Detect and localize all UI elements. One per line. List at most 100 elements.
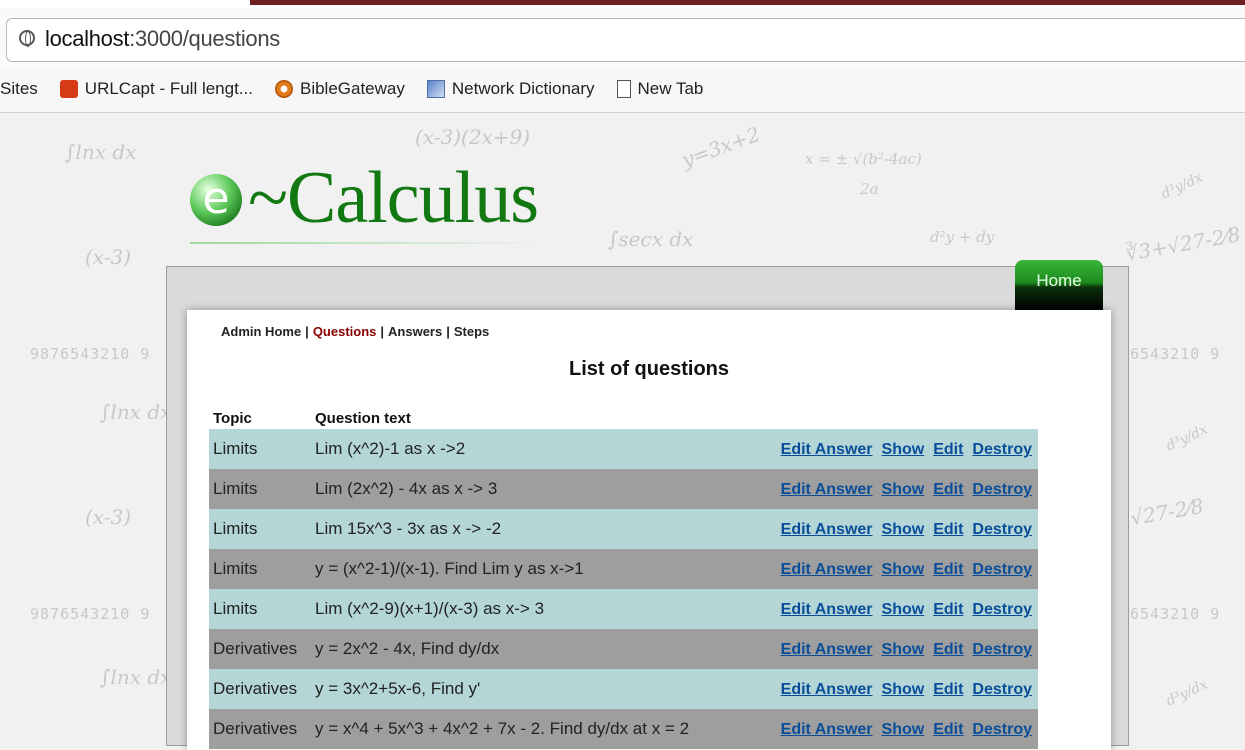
bookmarks-bar: Sites URLCapt - Full lengt... BibleGatew… xyxy=(0,66,1245,113)
question-text: y = 2x^2 - 4x, Find dy/dx xyxy=(311,629,737,669)
question-text: y = 3x^2+5x-6, Find y' xyxy=(311,669,737,709)
question-text: Lim (x^2)-1 as x ->2 xyxy=(311,429,737,469)
destroy-link[interactable]: Destroy xyxy=(972,561,1032,578)
edit-answer-link[interactable]: Edit Answer xyxy=(781,721,873,738)
row-actions: Edit Answer Show Edit Destroy xyxy=(736,709,1038,749)
show-link[interactable]: Show xyxy=(882,481,925,498)
row-actions: Edit Answer Show Edit Destroy xyxy=(736,669,1038,709)
bg-doodle: (x-3) xyxy=(85,505,132,529)
nav-questions[interactable]: Questions xyxy=(313,324,377,339)
edit-link[interactable]: Edit xyxy=(933,721,963,738)
edit-link[interactable]: Edit xyxy=(933,441,963,458)
nav-separator: | xyxy=(305,324,309,339)
edit-answer-link[interactable]: Edit Answer xyxy=(781,561,873,578)
question-topic: Limits xyxy=(209,589,311,629)
row-actions: Edit Answer Show Edit Destroy xyxy=(736,629,1038,669)
table-row: Limits Lim 15x^3 - 3x as x -> -2 Edit Answ… xyxy=(209,509,1038,549)
globe-icon xyxy=(19,30,35,47)
destroy-link[interactable]: Destroy xyxy=(972,521,1032,538)
table-row: Derivatives y = 3x^2+5x-6, Find y' Edit An… xyxy=(209,669,1038,709)
show-link[interactable]: Show xyxy=(882,641,925,658)
question-topic: Derivatives xyxy=(209,709,311,749)
bg-doodle: ∫lnx dx xyxy=(100,665,172,689)
bg-doodle: ∫secx dx xyxy=(608,227,694,251)
show-link[interactable]: Show xyxy=(882,441,925,458)
home-tab[interactable]: Home xyxy=(1015,260,1103,310)
edit-answer-link[interactable]: Edit Answer xyxy=(781,441,873,458)
question-text: Lim (2x^2) - 4x as x -> 3 xyxy=(311,469,737,509)
bg-doodle: ∫lnx dx xyxy=(100,400,172,424)
destroy-link[interactable]: Destroy xyxy=(972,481,1032,498)
edit-answer-link[interactable]: Edit Answer xyxy=(781,521,873,538)
row-actions: Edit Answer Show Edit Destroy xyxy=(736,469,1038,509)
show-link[interactable]: Show xyxy=(882,681,925,698)
bg-doodle: (x-3)(2x+9) xyxy=(415,125,531,149)
logo-text: ~Calculus xyxy=(248,157,539,239)
bg-doodle: d²y + dy xyxy=(930,228,995,246)
edit-link[interactable]: Edit xyxy=(933,681,963,698)
edit-answer-link[interactable]: Edit Answer xyxy=(781,481,873,498)
row-actions: Edit Answer Show Edit Destroy xyxy=(736,509,1038,549)
bg-doodle: ∛3+√27-2⁄8 xyxy=(1123,222,1243,266)
column-header-question-text: Question text xyxy=(315,410,411,427)
bg-doodle: y=3x+2 xyxy=(678,121,764,173)
table-row: Limits Lim (x^2-9)(x+1)/(x-3) as x-> 3 Edi… xyxy=(209,589,1038,629)
url-text[interactable]: localhost:3000/questions xyxy=(45,26,280,52)
destroy-link[interactable]: Destroy xyxy=(972,681,1032,698)
bookmark-new-tab[interactable]: New Tab xyxy=(616,79,703,99)
nav-separator: | xyxy=(446,324,450,339)
show-link[interactable]: Show xyxy=(882,561,925,578)
column-header-topic: Topic xyxy=(213,410,252,427)
bg-doodle: (x-3) xyxy=(85,245,132,269)
table-row: Derivatives y = x^4 + 5x^3 + 4x^2 + 7x - … xyxy=(209,709,1038,749)
bg-doodle: 6543210 9 xyxy=(1130,605,1221,623)
biblegateway-icon xyxy=(274,80,293,98)
edit-link[interactable]: Edit xyxy=(933,521,963,538)
bookmark-urlcapt[interactable]: URLCapt - Full lengt... xyxy=(59,79,253,99)
bookmark-biblegateway[interactable]: BibleGateway xyxy=(274,79,405,99)
destroy-link[interactable]: Destroy xyxy=(972,641,1032,658)
table-row: Limits Lim (x^2)-1 as x ->2 Edit Answer Sho… xyxy=(209,429,1038,469)
edit-link[interactable]: Edit xyxy=(933,481,963,498)
destroy-link[interactable]: Destroy xyxy=(972,601,1032,618)
edit-answer-link[interactable]: Edit Answer xyxy=(781,641,873,658)
bg-doodle: 6543210 9 xyxy=(1130,345,1221,363)
show-link[interactable]: Show xyxy=(882,521,925,538)
row-actions: Edit Answer Show Edit Destroy xyxy=(736,589,1038,629)
bg-doodle: √27-2⁄8 xyxy=(1128,493,1206,531)
edit-answer-link[interactable]: Edit Answer xyxy=(781,681,873,698)
window-top-edge xyxy=(0,0,1245,8)
bookmark-sites[interactable]: Sites xyxy=(0,79,38,99)
edit-link[interactable]: Edit xyxy=(933,641,963,658)
table-header-row: Topic Question text xyxy=(209,406,1038,429)
show-link[interactable]: Show xyxy=(882,601,925,618)
row-actions: Edit Answer Show Edit Destroy xyxy=(736,429,1038,469)
nav-steps[interactable]: Steps xyxy=(454,324,489,339)
page-icon xyxy=(616,80,631,98)
urlcapt-icon xyxy=(59,80,78,98)
nav-answers[interactable]: Answers xyxy=(388,324,442,339)
destroy-link[interactable]: Destroy xyxy=(972,721,1032,738)
edit-link[interactable]: Edit xyxy=(933,561,963,578)
bg-doodle: 2a xyxy=(860,180,879,198)
edit-link[interactable]: Edit xyxy=(933,601,963,618)
destroy-link[interactable]: Destroy xyxy=(972,441,1032,458)
question-topic: Limits xyxy=(209,429,311,469)
row-actions: Edit Answer Show Edit Destroy xyxy=(736,549,1038,589)
table-row: Derivatives y = 2x^2 - 4x, Find dy/dx Edit… xyxy=(209,629,1038,669)
edit-answer-link[interactable]: Edit Answer xyxy=(781,601,873,618)
question-text: y = (x^2-1)/(x-1). Find Lim y as x->1 xyxy=(311,549,737,589)
network-dictionary-icon xyxy=(426,80,445,98)
bg-doodle: d³y/dx xyxy=(1163,676,1211,710)
bookmark-network-dictionary[interactable]: Network Dictionary xyxy=(426,79,595,99)
address-bar[interactable]: localhost:3000/questions xyxy=(6,18,1245,62)
nav-admin-home[interactable]: Admin Home xyxy=(221,324,301,339)
column-header-actions xyxy=(737,406,1038,429)
question-topic: Limits xyxy=(209,549,311,589)
nav-separator: | xyxy=(380,324,385,339)
show-link[interactable]: Show xyxy=(882,721,925,738)
table-row: Limits Lim (2x^2) - 4x as x -> 3 Edit Answ… xyxy=(209,469,1038,509)
question-topic: Limits xyxy=(209,509,311,549)
bg-doodle: d³y/dx xyxy=(1163,421,1211,455)
question-text: Lim 15x^3 - 3x as x -> -2 xyxy=(311,509,737,549)
